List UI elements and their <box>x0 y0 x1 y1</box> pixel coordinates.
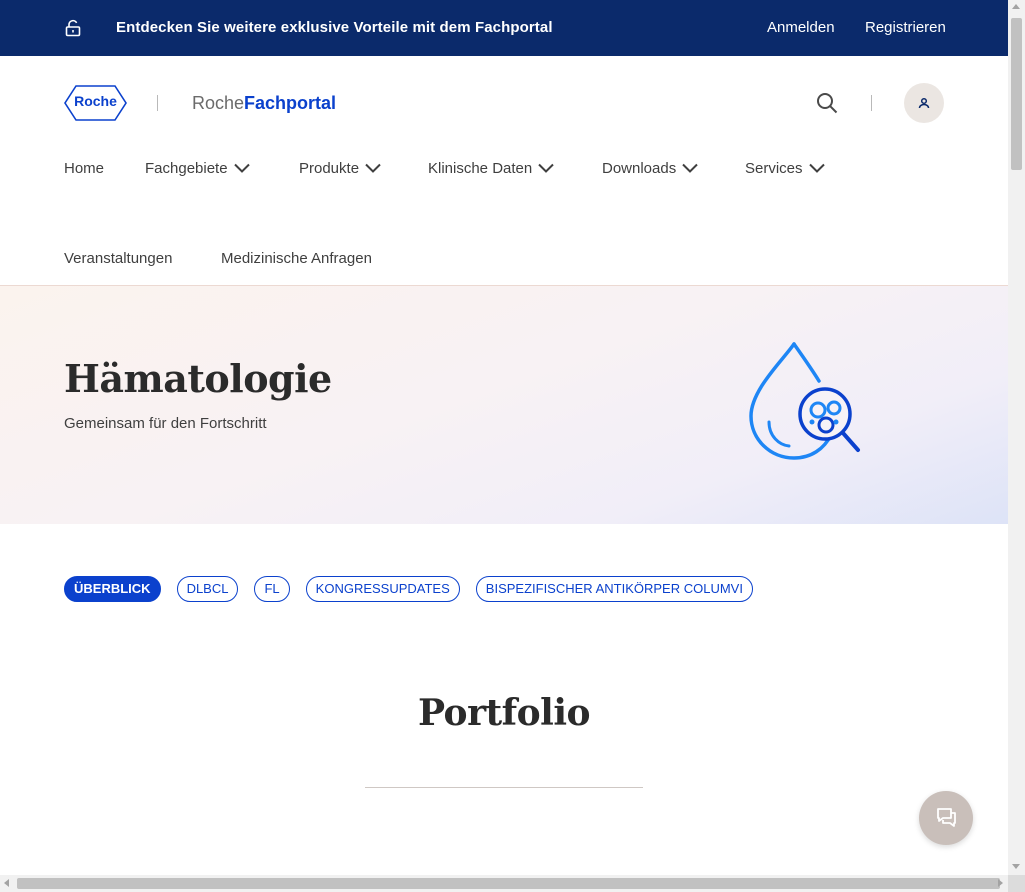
logo-divider <box>157 95 158 111</box>
promo-text: Entdecken Sie weitere exklusive Vorteile… <box>116 19 553 36</box>
account-button[interactable] <box>904 83 944 123</box>
scrollbar-corner <box>1008 875 1025 892</box>
portal-name[interactable]: RocheFachportal <box>192 93 336 114</box>
search-icon[interactable] <box>816 92 838 114</box>
nav-label: Produkte <box>299 160 360 177</box>
nav-item-services[interactable]: Services <box>745 160 825 177</box>
blood-drop-magnifier-icon <box>749 342 860 460</box>
page-title: Hämatologie <box>64 356 332 401</box>
chip-kongressupdates[interactable]: KONGRESSUPDATES <box>305 576 460 602</box>
vertical-scrollbar[interactable] <box>1008 0 1025 875</box>
chevron-down-icon <box>365 163 381 173</box>
chip-ueberblick[interactable]: ÜBERBLICK <box>64 576 161 602</box>
chip-columvi[interactable]: BISPEZIFISCHER ANTIKÖRPER COLUMVI <box>475 576 753 602</box>
topic-chips: ÜBERBLICK DLBCL FL KONGRESSUPDATES BISPE… <box>64 576 753 602</box>
scroll-left-arrow-icon[interactable] <box>4 879 9 887</box>
site-header: Roche RocheFachportal Home Fachgebiete P… <box>0 56 1008 286</box>
unlock-icon <box>65 19 81 37</box>
portal-name-fachportal: Fachportal <box>244 93 337 113</box>
nav-label: Services <box>745 160 803 177</box>
scroll-right-arrow-icon[interactable] <box>998 879 1003 887</box>
chip-dlbcl[interactable]: DLBCL <box>176 576 239 602</box>
horizontal-scrollbar[interactable] <box>0 875 1008 892</box>
login-link[interactable]: Anmelden <box>767 19 835 36</box>
chip-fl[interactable]: FL <box>254 576 290 602</box>
register-link[interactable]: Registrieren <box>865 19 946 36</box>
nav-label: Fachgebiete <box>145 160 228 177</box>
nav-item-medizinische-anfragen[interactable]: Medizinische Anfragen <box>221 250 372 267</box>
scroll-up-arrow-icon[interactable] <box>1012 4 1020 9</box>
nav-item-fachgebiete[interactable]: Fachgebiete <box>145 160 250 177</box>
nav-label: Medizinische Anfragen <box>221 250 372 267</box>
scroll-down-arrow-icon[interactable] <box>1012 864 1020 869</box>
nav-item-klinische-daten[interactable]: Klinische Daten <box>428 160 554 177</box>
chat-button[interactable] <box>919 791 973 845</box>
chat-bubbles-icon <box>937 808 956 827</box>
nav-item-downloads[interactable]: Downloads <box>602 160 698 177</box>
chevron-down-icon <box>538 163 554 173</box>
top-banner: Entdecken Sie weitere exklusive Vorteile… <box>0 0 1008 56</box>
nav-label: Veranstaltungen <box>64 250 173 267</box>
portal-name-roche: Roche <box>192 93 245 113</box>
nav-item-veranstaltungen[interactable]: Veranstaltungen <box>64 250 172 267</box>
nav-label: Klinische Daten <box>428 160 533 177</box>
nav-label: Home <box>64 160 105 177</box>
horizontal-scroll-thumb[interactable] <box>17 878 1000 889</box>
section-divider <box>365 787 643 788</box>
hero-banner: Hämatologie Gemeinsam für den Fortschrit… <box>0 286 1008 524</box>
nav-item-home[interactable]: Home <box>64 160 104 177</box>
roche-logo-text: Roche <box>74 93 117 109</box>
chevron-down-icon <box>233 163 250 173</box>
header-divider <box>871 95 872 111</box>
vertical-scroll-thumb[interactable] <box>1011 18 1022 170</box>
chevron-down-icon <box>808 163 825 173</box>
section-title: Portfolio <box>417 692 591 734</box>
chevron-down-icon <box>682 163 698 173</box>
user-icon <box>918 97 930 109</box>
nav-item-produkte[interactable]: Produkte <box>299 160 381 177</box>
nav-label: Downloads <box>602 160 677 177</box>
page-subtitle: Gemeinsam für den Fortschritt <box>64 415 267 432</box>
